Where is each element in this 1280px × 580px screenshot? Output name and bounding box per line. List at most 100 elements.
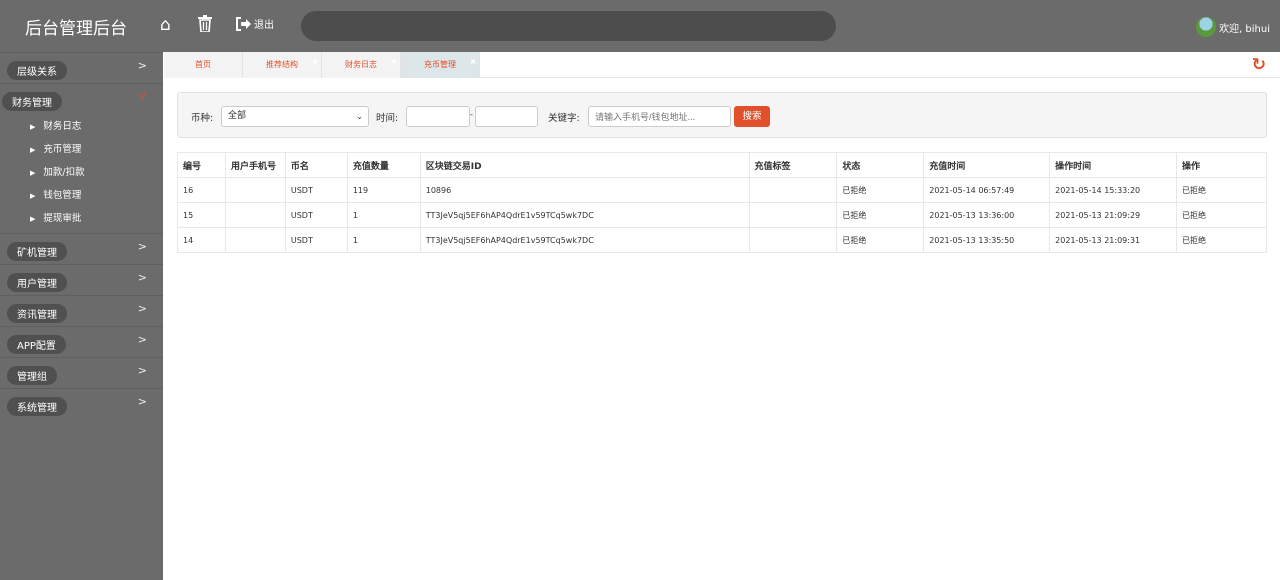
- sign-out-icon: [236, 16, 251, 31]
- tab-referral[interactable]: 推荐结构 ✖: [243, 52, 322, 78]
- column-header: 区块链交易ID: [419, 152, 750, 178]
- filter-panel: 币种: 全部 ⌄ 时间: - 关键字: 搜索: [177, 92, 1267, 138]
- sidebar-label: 矿机管理: [7, 242, 67, 261]
- table-cell: 10896: [419, 177, 750, 203]
- date-separator: -: [470, 110, 473, 119]
- sidebar-label: 资讯管理: [7, 304, 67, 323]
- sidebar-group-finance-header[interactable]: 财务管理 >: [0, 84, 163, 115]
- sidebar-item-label: 加款/扣款: [43, 167, 85, 178]
- table-cell: [748, 177, 838, 203]
- sidebar-group-app[interactable]: APP配置 >: [0, 327, 163, 358]
- sidebar-group-users[interactable]: 用户管理 >: [0, 265, 163, 296]
- welcome-text: 欢迎, bihui: [1219, 23, 1270, 35]
- sidebar-item-finance-log[interactable]: ▶ 财务日志: [0, 115, 163, 138]
- sidebar-item-label: 钱包管理: [43, 190, 82, 201]
- sidebar-item-deposit[interactable]: ▶ 充币管理: [0, 138, 163, 161]
- keyword-input[interactable]: [588, 106, 731, 127]
- keyword-label: 关键字:: [548, 113, 580, 124]
- table-cell: [224, 202, 286, 228]
- sidebar-group-system[interactable]: 系统管理 >: [0, 389, 163, 420]
- logout-label: 退出: [254, 20, 274, 31]
- table-cell: [748, 202, 838, 228]
- column-header: 充值数量: [346, 152, 421, 178]
- sidebar-label: 系统管理: [7, 397, 67, 416]
- table-cell: TT3JeV5qj5EF6hAP4QdrE1v59TCq5wk7DC: [419, 227, 750, 253]
- header-search-input[interactable]: [301, 11, 836, 41]
- tab-finance-log[interactable]: 财务日志 ✖: [322, 52, 401, 78]
- table-row: 16 USDT 119 10896 已拒绝 2021-05-14 06:57:49 2021…: [177, 177, 1267, 203]
- chevron-right-icon: >: [137, 240, 147, 253]
- close-icon[interactable]: ✖: [470, 49, 476, 75]
- table-cell: 已拒绝: [836, 227, 925, 253]
- sidebar-item-label: 充币管理: [43, 144, 82, 155]
- column-header: 状态: [836, 152, 925, 178]
- chevron-right-icon: >: [137, 271, 147, 284]
- table-cell: [748, 227, 838, 253]
- column-header: 操作: [1176, 152, 1267, 178]
- table-cell: [224, 177, 286, 203]
- caret-right-icon: ▶: [30, 215, 36, 223]
- table-cell: 14: [177, 227, 226, 253]
- caret-right-icon: ▶: [30, 123, 36, 131]
- table-cell: TT3JeV5qj5EF6hAP4QdrE1v59TCq5wk7DC: [419, 202, 750, 228]
- sidebar-item-label: 财务日志: [43, 121, 82, 132]
- start-date-input[interactable]: [406, 106, 470, 127]
- sidebar-item-label: 提现审批: [43, 213, 82, 224]
- coin-label: 币种:: [191, 113, 214, 124]
- sidebar-label: 财务管理: [2, 92, 62, 111]
- close-icon[interactable]: ✖: [391, 49, 397, 75]
- sidebar-group-miner[interactable]: 矿机管理 >: [0, 234, 163, 265]
- column-header: 充值标签: [748, 152, 838, 178]
- tab-label: 首页: [195, 60, 211, 69]
- deposit-table: 编号 用户手机号 币名 充值数量 区块链交易ID 充值标签 状态 充值时间 操作时间 操作 16 U…: [177, 152, 1267, 253]
- table-cell: 已拒绝: [836, 202, 925, 228]
- tab-label: 财务日志: [345, 60, 377, 69]
- sidebar-item-withdraw[interactable]: ▶ 提现审批: [0, 207, 163, 230]
- column-header: 编号: [177, 152, 226, 178]
- table-cell: [224, 227, 286, 253]
- sidebar-group-hierarchy[interactable]: 层级关系 >: [0, 53, 163, 84]
- time-label: 时间:: [376, 113, 399, 124]
- table-cell: 已拒绝: [1176, 202, 1267, 228]
- tab-label: 充币管理: [424, 60, 456, 69]
- chevron-right-icon: >: [137, 59, 147, 72]
- sidebar-group-admins[interactable]: 管理组 >: [0, 358, 163, 389]
- table-cell: 2021-05-13 13:35:50: [923, 227, 1051, 253]
- close-icon[interactable]: ✖: [312, 49, 318, 75]
- table-cell: 2021-05-14 06:57:49: [923, 177, 1051, 203]
- chevron-down-icon: >: [135, 91, 149, 102]
- trash-icon[interactable]: [198, 15, 212, 37]
- table-cell: USDT: [284, 227, 348, 253]
- table-cell: 2021-05-13 21:09:31: [1049, 227, 1178, 253]
- column-header: 用户手机号: [224, 152, 286, 178]
- home-icon[interactable]: ⌂: [160, 15, 171, 35]
- top-header: 后台管理后台 ⌂ 退出 欢迎, bihui: [0, 0, 1280, 52]
- refresh-icon[interactable]: ↻: [1252, 55, 1266, 75]
- tab-label: 推荐结构: [266, 60, 298, 69]
- chevron-right-icon: >: [137, 302, 147, 315]
- sidebar-group-news[interactable]: 资讯管理 >: [0, 296, 163, 327]
- caret-right-icon: ▶: [30, 169, 36, 177]
- user-menu[interactable]: 欢迎, bihui: [1196, 17, 1270, 37]
- table-cell: 2021-05-13 21:09:29: [1049, 202, 1178, 228]
- column-header: 币名: [284, 152, 348, 178]
- tab-deposit[interactable]: 充币管理 ✖: [401, 52, 480, 78]
- column-header: 操作时间: [1049, 152, 1178, 178]
- sidebar-label: 管理组: [7, 366, 57, 385]
- search-button[interactable]: 搜索: [734, 106, 770, 127]
- table-cell: 16: [177, 177, 226, 203]
- coin-select[interactable]: 全部 ⌄: [221, 106, 369, 127]
- chevron-right-icon: >: [137, 364, 147, 377]
- sidebar-item-adjust[interactable]: ▶ 加款/扣款: [0, 161, 163, 184]
- end-date-input[interactable]: [475, 106, 538, 127]
- table-cell: USDT: [284, 177, 348, 203]
- tab-home[interactable]: 首页: [164, 52, 243, 78]
- app-title: 后台管理后台: [25, 19, 127, 39]
- caret-right-icon: ▶: [30, 192, 36, 200]
- table-header-row: 编号 用户手机号 币名 充值数量 区块链交易ID 充值标签 状态 充值时间 操作时间 操作: [177, 152, 1267, 178]
- table-cell: 1: [346, 202, 421, 228]
- logout-button[interactable]: 退出: [235, 16, 274, 31]
- sidebar-item-wallet[interactable]: ▶ 钱包管理: [0, 184, 163, 207]
- sidebar-group-finance: 财务管理 > ▶ 财务日志 ▶ 充币管理 ▶ 加款/扣款 ▶ 钱包管理 ▶ 提现审批: [0, 84, 163, 234]
- table-cell: 119: [346, 177, 421, 203]
